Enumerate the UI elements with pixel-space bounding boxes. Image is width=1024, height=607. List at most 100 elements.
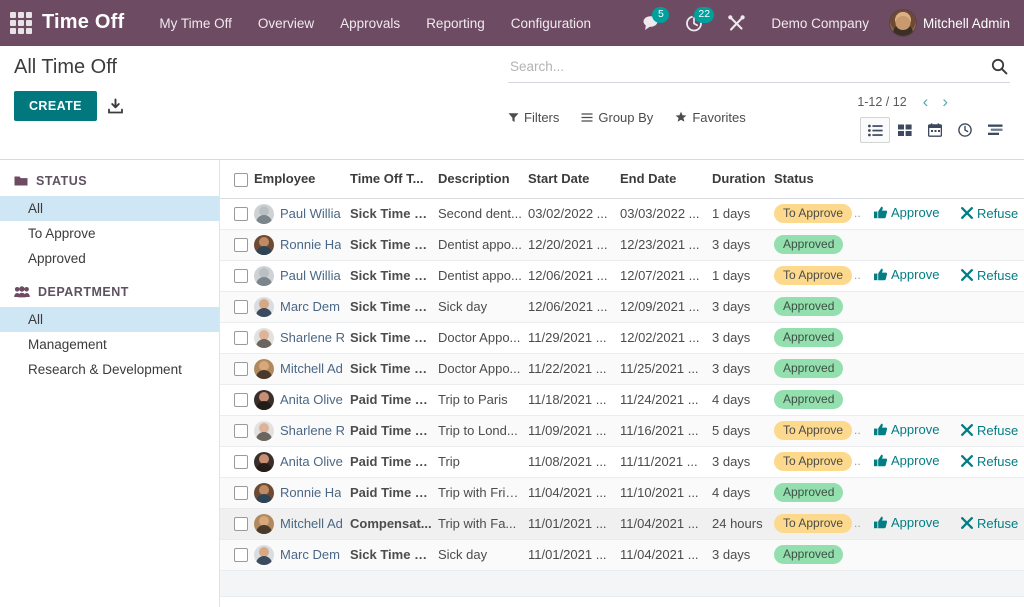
column-header-end-date[interactable]: End Date	[620, 160, 712, 198]
clock-icon[interactable]	[950, 117, 980, 143]
cell-end-date: 12/07/2021 ...	[620, 260, 712, 291]
cell-employee: Sharlene R	[254, 415, 350, 446]
table-row[interactable]: Marc Dem Sick Time Off Sick day 12/06/20…	[220, 291, 1024, 322]
apps-grid-icon[interactable]	[8, 10, 34, 36]
chevron-left-icon[interactable]: ‹	[917, 93, 935, 110]
gantt-icon[interactable]	[980, 117, 1010, 143]
wrench-tools-icon[interactable]	[715, 0, 757, 46]
status-badge: Approved	[774, 545, 843, 564]
cell-description: Doctor Appo...	[438, 322, 528, 353]
nav-my-time-off[interactable]: My Time Off	[146, 10, 245, 37]
cell-end-date: 03/03/2022 ...	[620, 198, 712, 229]
row-select-cell	[220, 446, 254, 477]
user-menu[interactable]: Mitchell Admin	[883, 9, 1010, 37]
column-header-description[interactable]: Description	[438, 160, 528, 198]
table-row[interactable]: Marc Dem Sick Time Off Sick day 11/01/20…	[220, 539, 1024, 570]
sidebar-item-department-management[interactable]: Management	[0, 332, 219, 357]
status-badge: Approved	[774, 235, 843, 254]
cell-description: Trip to Paris	[438, 384, 528, 415]
row-checkbox[interactable]	[234, 362, 248, 376]
column-header-start-date[interactable]: Start Date	[528, 160, 620, 198]
list-icon[interactable]	[860, 117, 890, 143]
row-checkbox[interactable]	[234, 269, 248, 283]
table-row[interactable]: Mitchell Ad Sick Time Off Doctor Appo...…	[220, 353, 1024, 384]
table-row[interactable]: Sharlene R Sick Time Off Doctor Appo... …	[220, 322, 1024, 353]
row-select-cell	[220, 508, 254, 539]
nav-approvals[interactable]: Approvals	[327, 10, 413, 37]
table-row[interactable]: Ronnie Ha Sick Time Off Dentist appo... …	[220, 229, 1024, 260]
row-checkbox[interactable]	[234, 393, 248, 407]
cell-start-date: 03/02/2022 ...	[528, 198, 620, 229]
column-header-status[interactable]: Status	[774, 160, 874, 198]
table-row[interactable]: Paul Willia Sick Time Off Second dent...…	[220, 198, 1024, 229]
column-header-employee[interactable]: Employee	[254, 160, 350, 198]
cell-status: Approved	[774, 229, 874, 260]
refuse-button[interactable]: Refuse	[961, 206, 1018, 221]
x-mark-icon	[961, 517, 973, 529]
app-brand-title[interactable]: Time Off	[42, 11, 124, 36]
nav-reporting[interactable]: Reporting	[413, 10, 498, 37]
approve-button[interactable]: Approve	[874, 422, 939, 437]
table-row[interactable]: Mitchell Ad Compensat... Trip with Fa...…	[220, 508, 1024, 539]
refuse-label: Refuse	[977, 454, 1018, 469]
table-row[interactable]: Sharlene R Paid Time Off Trip to Lond...…	[220, 415, 1024, 446]
refuse-button[interactable]: Refuse	[961, 268, 1018, 283]
table-row[interactable]: Anita Olive Paid Time Off Trip to Paris …	[220, 384, 1024, 415]
row-checkbox[interactable]	[234, 517, 248, 531]
status-badge: To Approve	[774, 452, 852, 471]
approve-button[interactable]: Approve	[874, 515, 939, 530]
filters-button[interactable]: Filters	[508, 110, 559, 125]
favorites-button[interactable]: Favorites	[675, 110, 745, 125]
approve-button[interactable]: Approve	[874, 267, 939, 282]
column-header-time-off-type[interactable]: Time Off T...	[350, 160, 438, 198]
row-checkbox[interactable]	[234, 424, 248, 438]
employee-name: Anita Olive	[280, 454, 343, 469]
clock-activity-icon[interactable]: 22	[673, 0, 715, 46]
refuse-button[interactable]: Refuse	[961, 516, 1018, 531]
refuse-button[interactable]: Refuse	[961, 454, 1018, 469]
kanban-icon[interactable]	[890, 117, 920, 143]
calendar-icon[interactable]	[920, 117, 950, 143]
cell-actions: Approve Refuse	[874, 260, 1024, 291]
table-row[interactable]: Anita Olive Paid Time Off Trip 11/08/202…	[220, 446, 1024, 477]
employee-name: Ronnie Ha	[280, 485, 341, 500]
search-icon[interactable]	[985, 58, 1008, 75]
cell-description: Sick day	[438, 291, 528, 322]
row-checkbox[interactable]	[234, 331, 248, 345]
row-checkbox[interactable]	[234, 207, 248, 221]
cell-description: Dentist appo...	[438, 229, 528, 260]
nav-configuration[interactable]: Configuration	[498, 10, 604, 37]
row-checkbox[interactable]	[234, 455, 248, 469]
approve-button[interactable]: Approve	[874, 205, 939, 220]
employee-name: Mitchell Ad	[280, 516, 343, 531]
refuse-button[interactable]: Refuse	[961, 423, 1018, 438]
navbar-right-group: 5 22 Demo Company Mitchell Admin	[631, 0, 1024, 46]
search-bar[interactable]	[508, 54, 1010, 83]
approve-button[interactable]: Approve	[874, 453, 939, 468]
company-selector[interactable]: Demo Company	[757, 16, 883, 31]
row-checkbox[interactable]	[234, 548, 248, 562]
row-checkbox[interactable]	[234, 486, 248, 500]
chat-bubble-icon[interactable]: 5	[631, 0, 673, 46]
cell-actions	[874, 384, 1024, 415]
filter-toolbar: Filters Group By Favorites 1-12 / 12 ‹ ›	[508, 93, 1010, 141]
column-header-duration[interactable]: Duration	[712, 160, 774, 198]
groupby-button[interactable]: Group By	[581, 110, 653, 125]
search-input[interactable]	[510, 59, 985, 74]
table-row[interactable]: Ronnie Ha Paid Time Off Trip with Frie..…	[220, 477, 1024, 508]
table-row[interactable]: Paul Willia Sick Time Off Dentist appo..…	[220, 260, 1024, 291]
sidebar-item-department-rnd[interactable]: Research & Development	[0, 357, 219, 382]
sidebar-item-status-approved[interactable]: Approved	[0, 246, 219, 271]
import-download-icon[interactable]	[107, 98, 124, 115]
select-all-checkbox[interactable]	[234, 173, 248, 187]
chevron-right-icon[interactable]: ›	[936, 93, 954, 110]
nav-overview[interactable]: Overview	[245, 10, 327, 37]
row-select-cell	[220, 198, 254, 229]
sidebar-item-status-all[interactable]: All	[0, 196, 219, 221]
sidebar-item-status-to-approve[interactable]: To Approve	[0, 221, 219, 246]
create-button[interactable]: CREATE	[14, 91, 97, 121]
status-badge: To Approve	[774, 204, 852, 223]
sidebar-item-department-all[interactable]: All	[0, 307, 219, 332]
row-checkbox[interactable]	[234, 300, 248, 314]
row-checkbox[interactable]	[234, 238, 248, 252]
